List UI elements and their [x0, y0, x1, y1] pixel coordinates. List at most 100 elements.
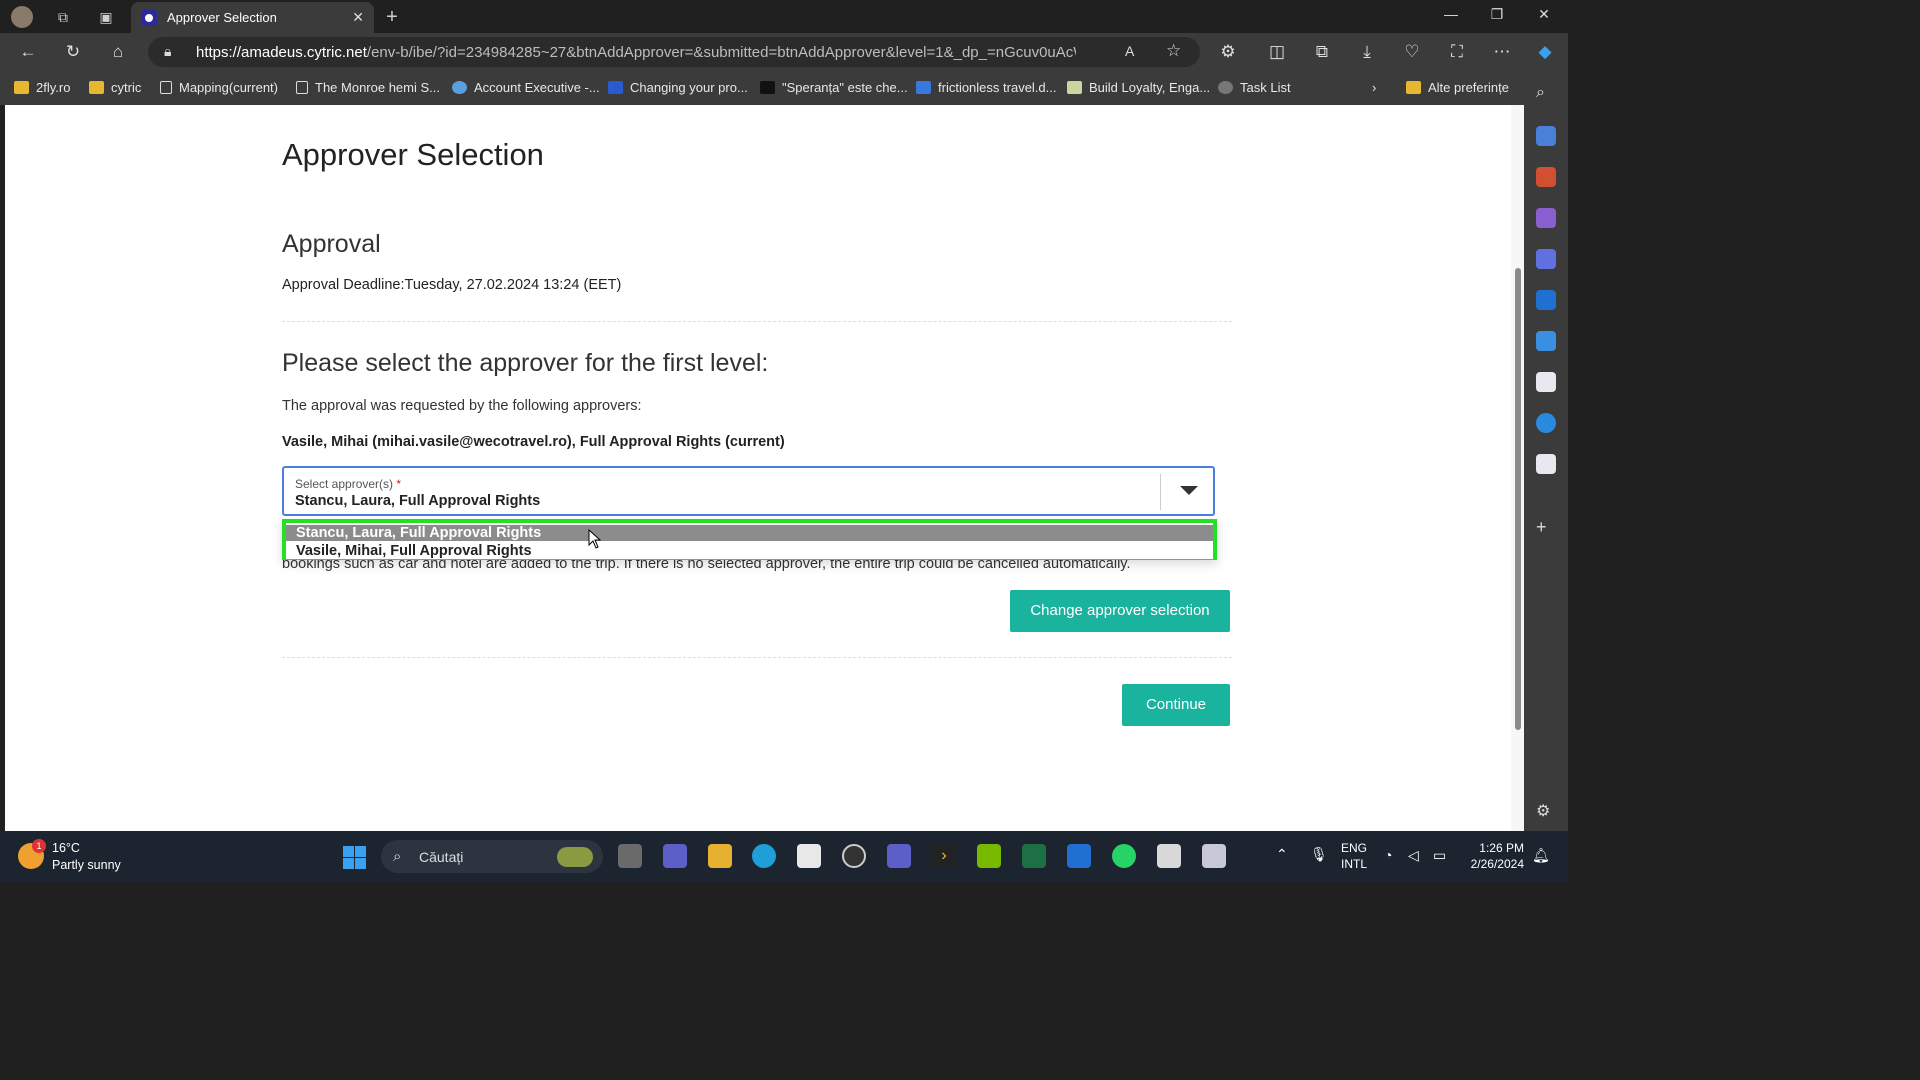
docs-icon [916, 81, 931, 94]
shopping-tag-icon[interactable] [1536, 126, 1556, 146]
remote-desktop-icon[interactable] [1157, 844, 1181, 868]
app-icon-2[interactable] [1536, 454, 1556, 474]
send-icon[interactable] [1536, 331, 1556, 351]
continue-button[interactable]: Continue [1122, 684, 1230, 726]
more-menu-icon[interactable]: ⋯ [1490, 41, 1514, 63]
sidebar-search-icon[interactable]: ⌕ [1536, 84, 1556, 104]
amazon-icon[interactable] [1536, 413, 1556, 433]
whatsapp-icon[interactable] [1112, 844, 1136, 868]
bookmark-cytric[interactable]: cytric [89, 80, 141, 95]
lock-icon[interactable]: 🔒︎ [164, 43, 171, 60]
task-view-icon[interactable] [618, 844, 642, 868]
edge-sidebar: ⌕ + ⚙ [1524, 71, 1568, 831]
select-label: Select approver(s) * [295, 477, 401, 491]
copilot-icon[interactable]: ◆ [1533, 41, 1557, 63]
bookmark-changing[interactable]: Changing your pro... [608, 80, 748, 95]
close-tab-icon[interactable]: ✕ [352, 9, 364, 26]
bookmark-other-favorites[interactable]: Alte preferințe [1406, 80, 1509, 95]
workspaces-icon[interactable]: ⧉ [52, 6, 74, 28]
read-aloud-icon[interactable]: A [1125, 43, 1134, 59]
minimize-icon[interactable]: — [1436, 6, 1466, 26]
notification-bell-icon[interactable]: 🔔︎ [1532, 847, 1550, 864]
bookmark-build-loyalty[interactable]: Build Loyalty, Enga... [1067, 80, 1210, 95]
approval-deadline: Approval Deadline:Tuesday, 27.02.2024 13… [282, 277, 622, 293]
bookmark-label: Alte preferințe [1428, 80, 1509, 95]
store-icon[interactable] [797, 844, 821, 868]
chevron-down-icon[interactable] [1180, 486, 1198, 495]
outlook-icon[interactable] [1536, 290, 1556, 310]
url-text[interactable]: https://amadeus.cytric.net/env-b/ibe/?id… [196, 44, 1076, 61]
select-separator [1160, 474, 1161, 510]
games-icon[interactable] [1536, 208, 1556, 228]
folder-icon [14, 81, 29, 94]
bookmark-mapping[interactable]: Mapping(current) [160, 80, 278, 95]
active-tab[interactable]: Approver Selection ✕ [131, 2, 374, 33]
app-icon[interactable] [1536, 372, 1556, 392]
search-icon: ⌕ [393, 848, 402, 865]
teams-classic-icon[interactable] [887, 844, 911, 868]
edge-icon[interactable] [752, 844, 776, 868]
snipping-tool-icon[interactable] [1202, 844, 1226, 868]
bookmark-label: cytric [111, 80, 142, 95]
battery-icon[interactable]: ▭ [1433, 847, 1446, 864]
page-scrollbar[interactable] [1511, 105, 1524, 831]
tools-icon[interactable] [1536, 167, 1556, 187]
bookmarks-overflow-icon[interactable]: › [1372, 80, 1376, 95]
profile-avatar-icon[interactable] [11, 6, 33, 28]
home-icon[interactable]: ⌂ [106, 41, 130, 63]
bookmark-monroe[interactable]: The Monroe hemi S... [296, 80, 440, 95]
bookmark-account-executive[interactable]: Account Executive -... [452, 80, 600, 95]
bookmark-label: "Speranța" este che... [782, 80, 908, 95]
approver-select[interactable]: Select approver(s) * Stancu, Laura, Full… [282, 466, 1215, 516]
clock[interactable]: 1:26 PM 2/26/2024 [1466, 841, 1524, 871]
approver-dropdown-list: Stancu, Laura, Full Approval Rights Vasi… [282, 519, 1217, 560]
downloads-icon[interactable]: ⤓ [1355, 41, 1379, 63]
page-icon [160, 81, 172, 94]
new-tab-icon[interactable]: + [381, 6, 403, 28]
file-explorer-icon[interactable] [708, 844, 732, 868]
address-bar[interactable]: 🔒︎ https://amadeus.cytric.net/env-b/ibe/… [148, 37, 1200, 67]
taskbar-search[interactable]: ⌕ Căutați [381, 840, 603, 873]
tab-actions-icon[interactable]: ▣ [95, 6, 117, 28]
close-window-icon[interactable]: ✕ [1529, 6, 1559, 26]
bookmark-2fly[interactable]: 2fly.ro [14, 80, 70, 95]
chart-icon [1067, 81, 1082, 94]
collections-icon[interactable]: ⧉ [1310, 41, 1334, 63]
option-vasile-mihai[interactable]: Vasile, Mihai, Full Approval Rights [286, 543, 1213, 559]
windows-start-icon[interactable] [343, 846, 366, 869]
excel-icon[interactable] [1022, 844, 1046, 868]
tray-overflow-icon[interactable]: ⌃ [1276, 846, 1288, 863]
bookmark-frictionless[interactable]: frictionless travel.d... [916, 80, 1057, 95]
bookmark-label: Changing your pro... [630, 80, 748, 95]
wifi-icon[interactable]: ◔ [1384, 847, 1392, 863]
microphone-icon[interactable]: 🎙︎ [1310, 846, 1328, 863]
plex-icon[interactable]: › [932, 844, 956, 868]
bookmark-speranta[interactable]: "Speranța" este che... [760, 80, 908, 95]
dell-icon[interactable] [842, 844, 866, 868]
split-screen-icon[interactable]: ◫ [1265, 41, 1289, 63]
bookmark-label: frictionless travel.d... [938, 80, 1057, 95]
add-sidebar-app-icon[interactable]: + [1536, 517, 1556, 537]
language-indicator[interactable]: ENG INTL [1341, 841, 1367, 871]
browser-essentials-icon[interactable]: ♡ [1400, 41, 1424, 63]
temperature: 16°C [52, 841, 80, 855]
divider [282, 321, 1232, 322]
volume-icon[interactable]: ◁ [1408, 847, 1419, 864]
option-stancu-laura[interactable]: Stancu, Laura, Full Approval Rights [286, 525, 1213, 541]
teams-icon[interactable] [663, 844, 687, 868]
bookmark-task-list[interactable]: Task List [1218, 80, 1291, 95]
change-approver-button[interactable]: Change approver selection [1010, 590, 1230, 632]
favorite-star-icon[interactable]: ☆ [1166, 41, 1181, 61]
back-icon[interactable]: ← [16, 41, 40, 63]
restore-icon[interactable]: ❐ [1482, 6, 1512, 26]
nvidia-icon[interactable] [977, 844, 1001, 868]
building-icon [296, 81, 308, 94]
screenshot-icon[interactable]: ⛶ [1445, 41, 1469, 63]
microsoft365-icon[interactable] [1536, 249, 1556, 269]
clock-date: 2/26/2024 [1470, 857, 1524, 871]
outlook-taskbar-icon[interactable] [1067, 844, 1091, 868]
refresh-icon[interactable]: ↻ [61, 41, 85, 63]
sidebar-settings-icon[interactable]: ⚙ [1536, 801, 1556, 821]
scrollbar-thumb[interactable] [1515, 268, 1521, 730]
extensions-icon[interactable]: ⚙ [1216, 41, 1240, 63]
